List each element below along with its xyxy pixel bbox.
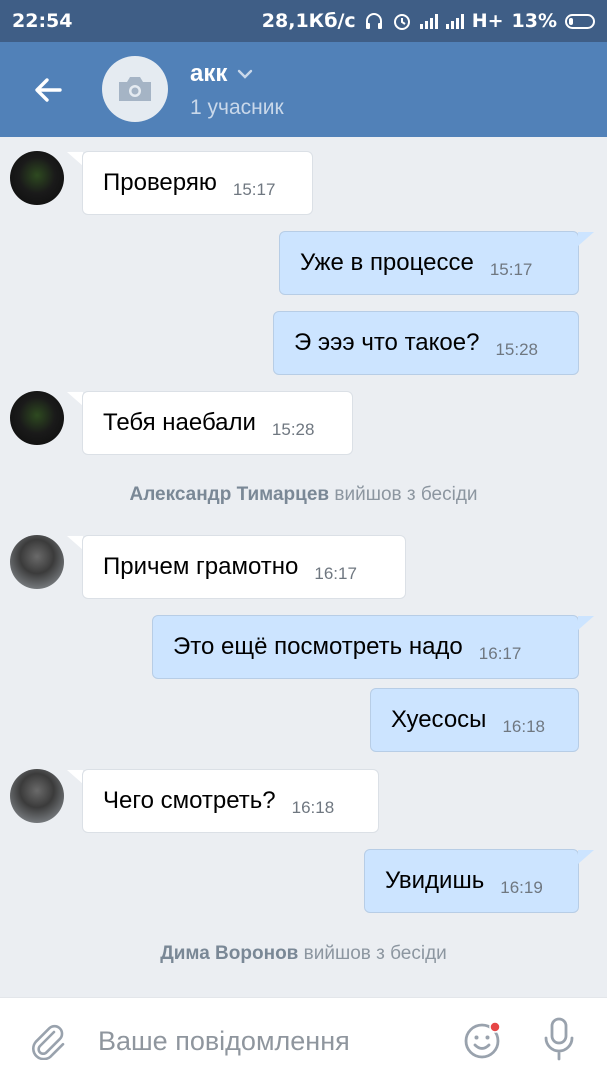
chat-title-text: акк — [190, 60, 228, 87]
service-action: вийшов з бесіди — [334, 484, 478, 505]
paperclip-icon[interactable] — [30, 1022, 66, 1060]
message-text: Причем грамотно — [103, 553, 299, 580]
message-bubble-incoming[interactable]: Чего смотреть? 16:18 — [82, 769, 379, 833]
bubble-tail — [67, 536, 83, 550]
signal-icon-2 — [445, 13, 464, 29]
smile-icon[interactable] — [463, 1020, 503, 1060]
sender-avatar[interactable] — [10, 535, 64, 589]
message-bubble-incoming[interactable]: Тебя наебали 15:28 — [82, 391, 353, 455]
bubble-tail — [67, 392, 83, 406]
message-text: Это ещё посмотреть надо — [173, 633, 463, 660]
chat-header: акк 1 учасник — [0, 42, 607, 137]
service-message: Александр Тимарцев вийшов з бесіди — [0, 484, 607, 506]
message-text: Чего смотреть? — [103, 787, 276, 814]
message-bubble-incoming[interactable]: Проверяю 15:17 — [82, 151, 313, 215]
status-icons: 28,1Кб/с H+ 13% — [262, 10, 595, 32]
service-user-name[interactable]: Александр Тимарцев — [129, 484, 329, 505]
service-user-name[interactable]: Дима Воронов — [160, 943, 298, 964]
network-speed: 28,1Кб/с — [261, 10, 356, 32]
headphones-icon — [365, 13, 382, 29]
chat-avatar[interactable] — [102, 56, 168, 122]
status-time: 22:54 — [12, 10, 73, 32]
message-bubble-outgoing[interactable]: Хуесосы 16:18 — [370, 688, 579, 752]
message-time: 15:28 — [271, 420, 315, 439]
message-bubble-outgoing[interactable]: Уже в процессе 15:17 — [279, 231, 579, 295]
message-time: 16:17 — [478, 644, 522, 663]
service-action: вийшов з бесіди — [303, 943, 447, 964]
arrow-left-icon[interactable] — [30, 72, 66, 108]
camera-icon — [119, 77, 151, 101]
message-bubble-outgoing[interactable]: Это ещё посмотреть надо 16:17 — [152, 615, 579, 679]
bubble-tail — [578, 850, 594, 864]
microphone-icon[interactable] — [542, 1016, 576, 1062]
message-time: 16:19 — [500, 878, 543, 897]
service-message: Дима Воронов вийшов з бесіди — [0, 943, 607, 965]
bubble-tail — [67, 770, 83, 784]
message-time: 15:28 — [495, 340, 538, 359]
sender-avatar[interactable] — [10, 151, 64, 205]
message-time: 15:17 — [489, 260, 533, 279]
network-type: H+ — [471, 10, 504, 32]
bubble-tail — [578, 616, 594, 630]
battery-icon — [565, 13, 595, 29]
message-text: Уже в процессе — [300, 249, 474, 276]
message-time: 16:17 — [314, 564, 357, 583]
message-text: Проверяю — [103, 169, 217, 196]
sender-avatar[interactable] — [10, 769, 64, 823]
battery-percent: 13% — [511, 10, 557, 32]
status-bar: 22:54 28,1Кб/с H+ 13% — [0, 0, 607, 42]
message-input[interactable] — [96, 1018, 440, 1064]
message-bubble-outgoing[interactable]: Увидишь 16:19 — [364, 849, 579, 913]
signal-icon — [419, 13, 438, 29]
message-time: 15:17 — [232, 180, 276, 199]
compose-bar — [0, 997, 607, 1081]
message-text: Хуесосы — [391, 706, 487, 733]
bubble-tail — [67, 152, 83, 166]
message-text: Э эээ что такое? — [294, 329, 480, 356]
alarm-icon — [393, 14, 410, 30]
sender-avatar[interactable] — [10, 391, 64, 445]
message-text: Увидишь — [385, 867, 485, 894]
message-bubble-outgoing[interactable]: Э эээ что такое? 15:28 — [273, 311, 579, 375]
message-time: 16:18 — [291, 798, 335, 817]
bubble-tail — [578, 232, 594, 246]
chevron-down-icon — [238, 69, 253, 79]
chat-title[interactable]: акк — [190, 60, 253, 88]
chat-subtitle: 1 учасник — [190, 96, 284, 119]
message-list[interactable]: Проверяю 15:17 Уже в процессе 15:17 Э ээ… — [0, 137, 607, 997]
message-bubble-incoming[interactable]: Причем грамотно 16:17 — [82, 535, 406, 599]
message-time: 16:18 — [502, 717, 545, 736]
message-text: Тебя наебали — [103, 409, 256, 436]
